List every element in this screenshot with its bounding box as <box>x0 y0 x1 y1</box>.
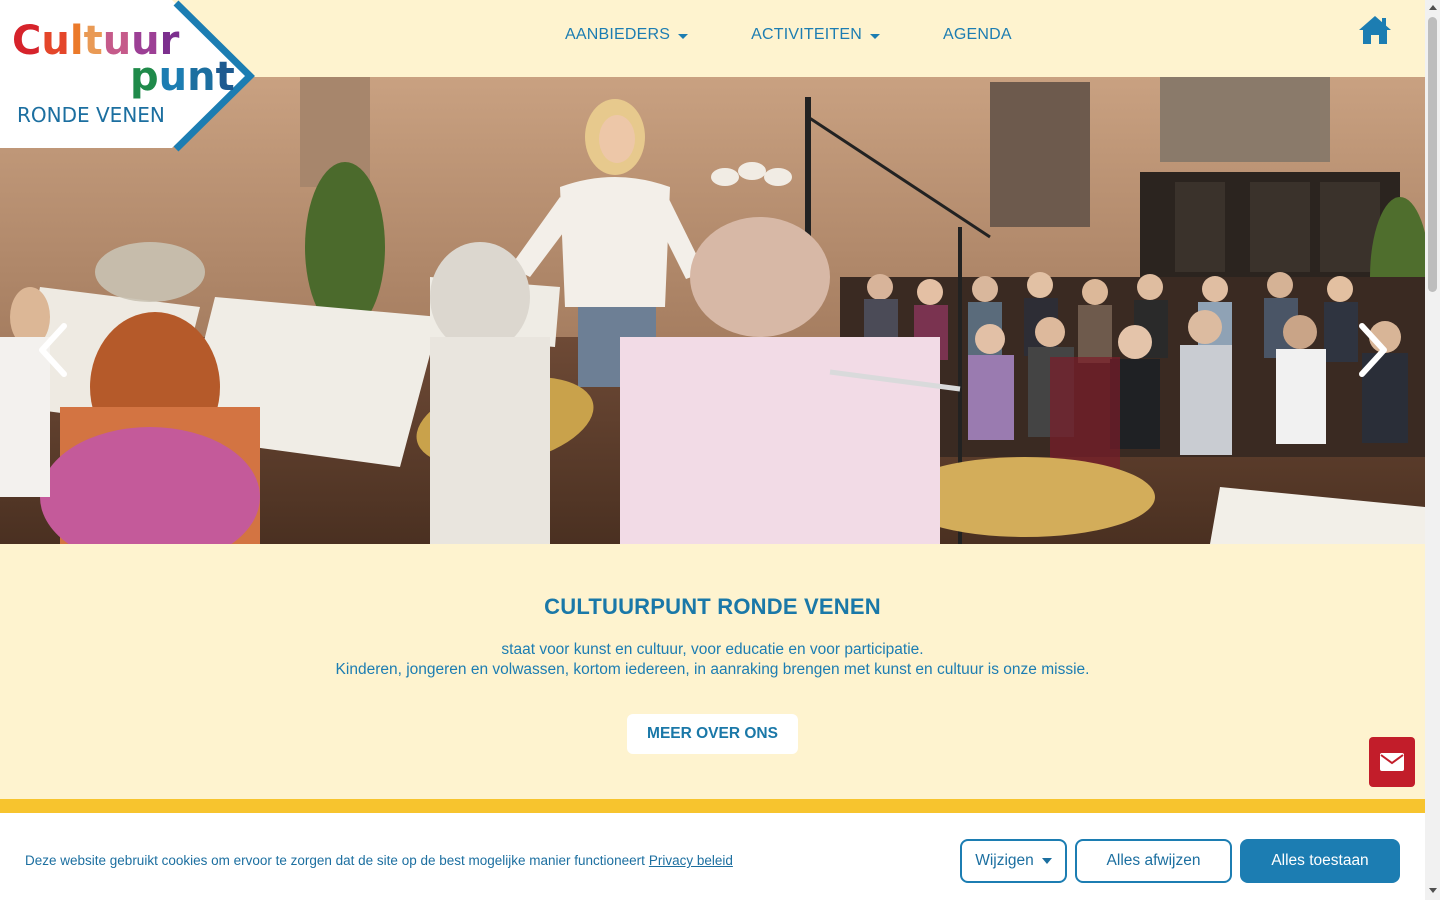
cookie-reject-all-button[interactable]: Alles afwijzen <box>1075 839 1232 883</box>
site-logo[interactable]: Cultuur punt RONDE VENEN <box>0 0 260 156</box>
intro-text-line-1: staat voor kunst en cultuur, voor educat… <box>501 641 924 658</box>
nav-item-label: AGENDA <box>943 26 1012 43</box>
caret-down-icon <box>870 33 880 39</box>
privacy-policy-link[interactable]: Privacy beleid <box>649 853 733 868</box>
nav-item-aanbieders[interactable]: AANBIEDERS <box>565 26 689 44</box>
cookie-consent-bar: Deze website gebruikt cookies om ervoor … <box>0 813 1425 900</box>
cookie-text: Deze website gebruikt cookies om ervoor … <box>25 853 645 868</box>
intro-text-line-2: Kinderen, jongeren en volwassen, kortom … <box>335 661 1090 678</box>
cookie-accept-all-button[interactable]: Alles toestaan <box>1240 839 1400 883</box>
cookie-change-button[interactable]: Wijzigen <box>960 839 1067 883</box>
nav-item-label: AANBIEDERS <box>565 26 671 43</box>
carousel-next-arrow[interactable] <box>1352 322 1392 378</box>
contact-mail-button[interactable] <box>1369 737 1415 787</box>
caret-down-icon <box>678 33 689 39</box>
intro-section: CULTUURPUNT RONDE VENEN staat voor kunst… <box>0 544 1425 799</box>
nav-item-agenda[interactable]: AGENDA <box>943 26 1012 44</box>
section-divider-band <box>0 799 1425 813</box>
carousel-prev-arrow[interactable] <box>34 322 74 378</box>
logo-word-ronde-venen: RONDE VENEN <box>17 103 165 127</box>
nav-item-activiteiten[interactable]: ACTIVITEITEN <box>751 26 880 44</box>
scroll-up-arrow-icon[interactable] <box>1429 5 1437 10</box>
caret-down-icon <box>1041 858 1052 864</box>
scrollbar-thumb[interactable] <box>1428 17 1437 292</box>
cookie-change-label: Wijzigen <box>975 852 1034 869</box>
nav-item-label: ACTIVITEITEN <box>751 26 862 43</box>
logo-word-punt: punt <box>130 54 235 100</box>
intro-title: CULTUURPUNT RONDE VENEN <box>544 594 881 619</box>
page-scrollbar[interactable] <box>1425 0 1440 900</box>
cookie-message: Deze website gebruikt cookies om ervoor … <box>25 853 733 868</box>
envelope-icon <box>1380 753 1404 771</box>
scroll-down-arrow-icon[interactable] <box>1429 888 1437 893</box>
home-icon[interactable] <box>1358 14 1392 46</box>
meer-over-ons-button[interactable]: MEER OVER ONS <box>627 714 798 754</box>
main-nav: AANBIEDERS ACTIVITEITEN AGENDA <box>565 26 1012 44</box>
